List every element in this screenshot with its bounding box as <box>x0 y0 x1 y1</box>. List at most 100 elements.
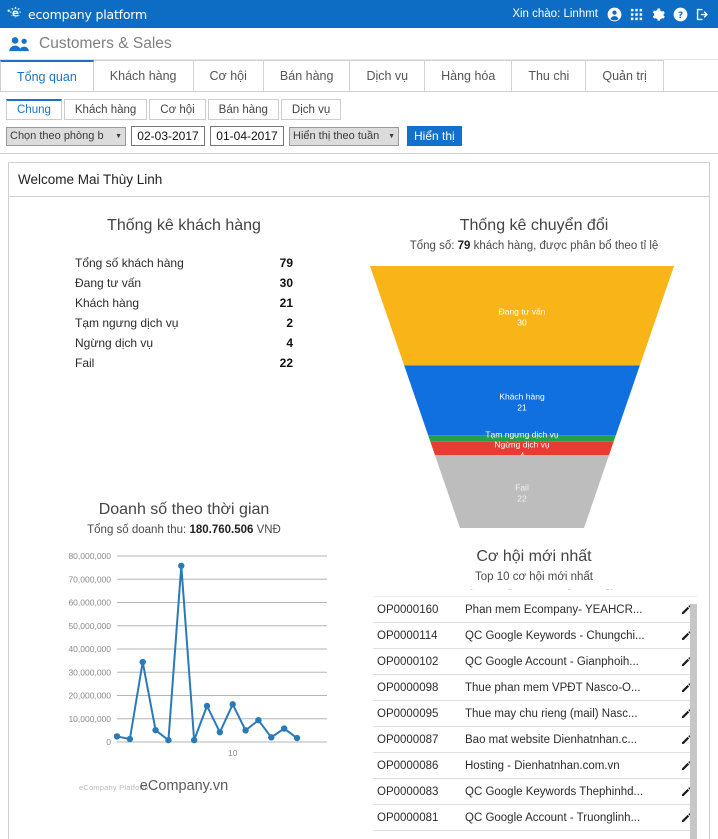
funnel-segment-label: Đang tư vấn <box>499 307 546 317</box>
data-point-marker <box>165 736 172 744</box>
opportunity-row[interactable]: OP0000160 Phan mem Ecompany- YEAHCR... <box>373 597 697 623</box>
settings-gear-icon[interactable] <box>651 7 666 22</box>
y-axis-tick-label: 50,000,000 <box>68 621 111 631</box>
welcome-message: Welcome Mai Thùy Linh <box>9 163 709 197</box>
subtab-ban-hang[interactable]: Bán hàng <box>207 99 279 120</box>
data-point-marker <box>216 729 224 736</box>
data-point-marker <box>255 716 262 724</box>
data-point-marker <box>126 735 134 743</box>
apps-grid-icon[interactable] <box>629 7 644 22</box>
logout-icon[interactable] <box>695 7 710 22</box>
line-chart-svg: 0 10,000,000 20,000,000 30,000,000 40,000,00… <box>68 551 327 758</box>
opportunities-card: Cơ hội mới nhất Top 10 cơ hội mới nhất O… <box>359 536 709 839</box>
opportunity-code: OP0000160 <box>377 603 439 616</box>
opportunity-name: QC Google Keywords Thephinhd... <box>465 785 644 798</box>
kpi-value: 4 <box>286 336 293 350</box>
show-button[interactable]: Hiển thị <box>407 126 462 146</box>
kpi-value: 21 <box>279 296 293 310</box>
opportunity-name: QC Google Account - Gianphoih... <box>465 655 639 668</box>
subtab-label: Chung <box>17 104 51 116</box>
period-select[interactable]: Hiển thị theo tuần ▼ <box>289 126 399 146</box>
opportunity-name: QC Google Account - Truonglinh... <box>465 811 641 824</box>
revenue-subtitle-post: VNĐ <box>253 524 281 536</box>
y-axis-tick-label: 80,000,000 <box>68 551 111 561</box>
opportunity-row[interactable]: OP0000087 Bao mat website Dienhatnhan.c..… <box>373 727 697 753</box>
customer-stats-title: Thống kê khách hàng <box>107 217 261 234</box>
subtab-dich-vu[interactable]: Dịch vụ <box>280 99 342 120</box>
opportunity-name: Hosting - Dienhatnhan.com.vn <box>465 759 620 772</box>
opportunity-row[interactable]: OP0000095 Thue may chu rieng (mail) Nasc.… <box>373 701 697 727</box>
tab-dich-vu[interactable]: Dịch vụ <box>349 60 426 91</box>
y-axis-tick-label: 10,000,000 <box>68 714 111 724</box>
opportunity-name: Phan mem Ecompany- YEAHCR... <box>465 603 643 616</box>
subtab-chung[interactable]: Chung <box>6 99 62 120</box>
opportunity-row[interactable]: OP0000086 Hosting - Dienhatnhan.com.vn <box>373 753 697 779</box>
opportunity-name: QC Google Thietbinganhangjsc... <box>465 589 681 590</box>
tab-label: Thu chi <box>528 69 570 83</box>
tab-label: Dịch vụ <box>366 69 409 83</box>
data-point-marker <box>190 736 198 744</box>
opportunity-row[interactable]: OP0000083 QC Google Keywords Thephinhd... <box>373 779 697 805</box>
chart-watermark-small: eCompany Platform <box>79 783 149 792</box>
data-point-marker <box>268 734 275 741</box>
y-axis-tick-label: 40,000,000 <box>68 644 111 654</box>
list-item: Ngừng dịch vụ 4 <box>75 333 293 353</box>
opportunity-code: OP0000114 <box>377 629 438 642</box>
opportunity-row[interactable]: OP0000098 Thue phan mem VPĐT Nasco-O... <box>373 675 697 701</box>
tab-label: Bán hàng <box>279 69 334 83</box>
funnel-segment-value: 21 <box>517 402 527 412</box>
y-axis-tick-label: 0 <box>106 737 111 747</box>
dashboard-content: Welcome Mai Thùy Linh Thống kê khách hàn… <box>0 154 718 839</box>
dashboard-column-right: Thống kê chuyển đổi Tổng số: 79 khách hà… <box>359 197 709 839</box>
tab-label: Khách hàng <box>109 69 177 83</box>
opportunity-row[interactable]: OP0000162QC Google Thietbinganhangjsc... <box>373 589 697 597</box>
list-item: Khách hàng 21 <box>75 293 293 313</box>
opportunity-row[interactable]: OP0000114 QC Google Keywords - Chungchi..… <box>373 623 697 649</box>
opportunities-list: OP0000162QC Google Thietbinganhangjsc...… <box>373 589 697 831</box>
tab-hang-hoa[interactable]: Hàng hóa <box>424 60 513 91</box>
opportunity-row[interactable]: OP0000102 QC Google Account - Gianphoih..… <box>373 649 697 675</box>
data-point-marker <box>242 727 249 734</box>
kpi-value: 79 <box>279 256 293 270</box>
tab-co-hoi[interactable]: Cơ hội <box>192 60 264 91</box>
tab-ban-hang[interactable]: Bán hàng <box>262 60 351 91</box>
data-point-marker <box>113 733 121 740</box>
opportunity-name: Thue may chu rieng (mail) Nasc... <box>465 707 638 720</box>
tab-label: Quản trị <box>602 69 647 83</box>
top-navigation-bar: e ecompany platform Xin chào: Linhmt ? <box>0 0 718 28</box>
date-to-input[interactable]: 01-04-2017 <box>210 126 284 146</box>
brand-logo-area[interactable]: e ecompany platform <box>6 5 147 24</box>
tab-khach-hang[interactable]: Khách hàng <box>92 60 194 91</box>
subtab-label: Dịch vụ <box>291 103 331 116</box>
tab-label: Tổng quan <box>17 69 77 84</box>
funnel-chart: Đang tư vấn 30 Khách hàng 21 Tạm ngưng dịch … <box>359 260 709 530</box>
department-select[interactable]: Chọn theo phòng b ▼ <box>6 126 126 146</box>
opportunities-scrollbar[interactable] <box>690 604 697 839</box>
date-from-input[interactable]: 02-03-2017 <box>131 126 205 146</box>
main-tab-bar: Tổng quan Khách hàng Cơ hội Bán hàng Dịc… <box>0 60 718 92</box>
subtab-khach-hang[interactable]: Khách hàng <box>63 99 148 120</box>
dashboard-panel: Welcome Mai Thùy Linh Thống kê khách hàn… <box>8 162 710 839</box>
tab-thu-chi[interactable]: Thu chi <box>511 60 587 91</box>
tab-quan-tri[interactable]: Quản trị <box>585 60 664 91</box>
opportunity-code: OP0000095 <box>377 707 439 720</box>
tab-tong-quan[interactable]: Tổng quan <box>0 60 94 91</box>
chart-watermark-large: eCompany.vn <box>139 778 229 794</box>
opportunities-subtitle: Top 10 cơ hội mới nhất <box>474 571 593 583</box>
opportunity-row[interactable]: OP0000081 QC Google Account - Truonglinh.… <box>373 805 697 831</box>
opportunity-code: OP0000081 <box>377 811 439 824</box>
dashboard-column-left: Thống kê khách hàng Tổng số khách hàng 7… <box>9 197 359 839</box>
filter-section: Chung Khách hàng Cơ hội Bán hàng Dịch vụ… <box>0 92 718 153</box>
kpi-label: Ngừng dịch vụ <box>75 336 154 350</box>
subtab-label: Cơ hội <box>160 103 195 116</box>
data-point-marker <box>139 658 146 666</box>
opportunity-name: Thue phan mem VPĐT Nasco-O... <box>465 681 641 694</box>
brand-name-label: ecompany platform <box>28 6 147 22</box>
help-question-icon[interactable]: ? <box>673 7 688 22</box>
page-title: Customers & Sales <box>39 34 172 52</box>
kpi-label: Tạm ngưng dịch vụ <box>75 316 179 330</box>
revenue-total-value: 180.760.506 <box>189 524 254 536</box>
funnel-chart-svg: Đang tư vấn30 Khách hàng21 Tạm ngưng dịch … <box>370 266 674 528</box>
account-icon[interactable] <box>607 7 622 22</box>
subtab-co-hoi[interactable]: Cơ hội <box>149 99 206 120</box>
